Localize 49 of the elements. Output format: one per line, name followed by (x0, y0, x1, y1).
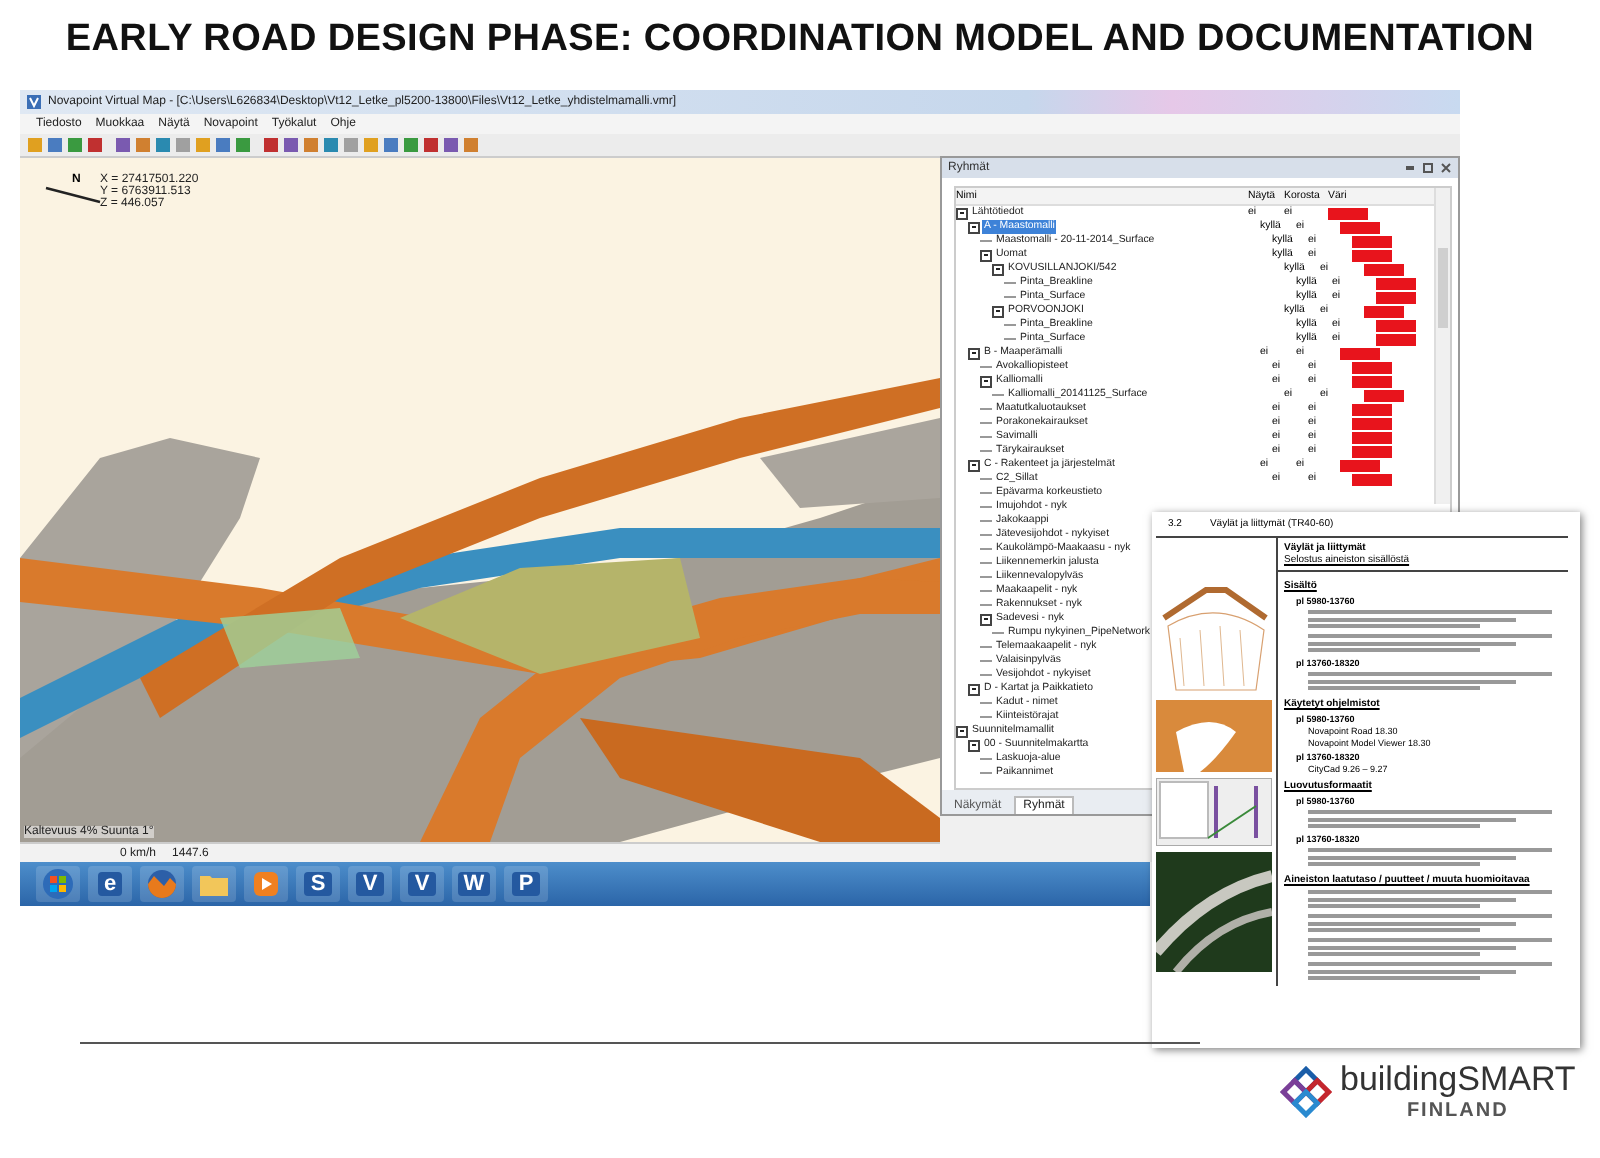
expander-icon[interactable] (968, 347, 980, 359)
color-swatch[interactable] (1352, 235, 1392, 247)
taskbar-app-button[interactable]: P (512, 872, 540, 896)
expander-icon[interactable] (968, 739, 980, 751)
color-swatch[interactable] (1352, 375, 1392, 387)
color-swatch[interactable] (1340, 347, 1380, 359)
brand-name: buildingSMART (1340, 1060, 1576, 1100)
expander-icon[interactable] (980, 613, 992, 625)
color-swatch[interactable] (1328, 207, 1368, 219)
taskbar-app-button[interactable]: V (408, 872, 436, 896)
color-swatch[interactable] (1352, 445, 1392, 457)
color-swatch[interactable] (1340, 459, 1380, 471)
slide-title: EARLY ROAD DESIGN PHASE: COORDINATION MODEL AND DOCUMENTATION (63, 16, 1537, 62)
expander-icon[interactable] (992, 305, 1004, 317)
expander-icon[interactable] (968, 683, 980, 695)
knot-logo-icon (1280, 1065, 1332, 1117)
color-swatch[interactable] (1376, 319, 1416, 331)
taskbar-app-button[interactable]: W (457, 872, 491, 896)
road-render-drawing (1156, 852, 1272, 972)
color-swatch[interactable] (1364, 389, 1404, 401)
expander-icon[interactable] (968, 459, 980, 471)
expander-icon[interactable] (956, 725, 968, 737)
color-swatch[interactable] (1376, 333, 1416, 345)
expander-icon[interactable] (980, 249, 992, 261)
brand-country: FINLAND (1406, 1100, 1509, 1122)
scrollbar[interactable] (1434, 188, 1450, 504)
play-icon[interactable] (250, 868, 282, 900)
taskbar-app-button[interactable]: S (304, 872, 332, 896)
taskbar-app-button[interactable]: e (97, 872, 123, 896)
start-orb-icon[interactable] (42, 868, 74, 900)
expander-icon[interactable] (992, 263, 1004, 275)
color-swatch[interactable] (1376, 291, 1416, 303)
color-swatch[interactable] (1352, 403, 1392, 415)
expander-icon[interactable] (980, 375, 992, 387)
color-swatch[interactable] (1352, 473, 1392, 485)
app-icon (26, 94, 42, 110)
compass-needle-icon (44, 186, 104, 206)
expander-icon[interactable] (956, 207, 968, 219)
color-swatch[interactable] (1364, 305, 1404, 317)
color-swatch[interactable] (1352, 417, 1392, 429)
color-swatch[interactable] (1352, 431, 1392, 443)
color-swatch[interactable] (1340, 221, 1380, 233)
window-buttons-icon[interactable] (1404, 162, 1452, 174)
color-swatch[interactable] (1352, 249, 1392, 261)
color-swatch[interactable] (1352, 361, 1392, 373)
color-swatch[interactable] (1376, 277, 1416, 289)
taskbar-app-button[interactable]: V (356, 872, 384, 896)
expander-icon[interactable] (968, 221, 980, 233)
color-swatch[interactable] (1364, 263, 1404, 275)
